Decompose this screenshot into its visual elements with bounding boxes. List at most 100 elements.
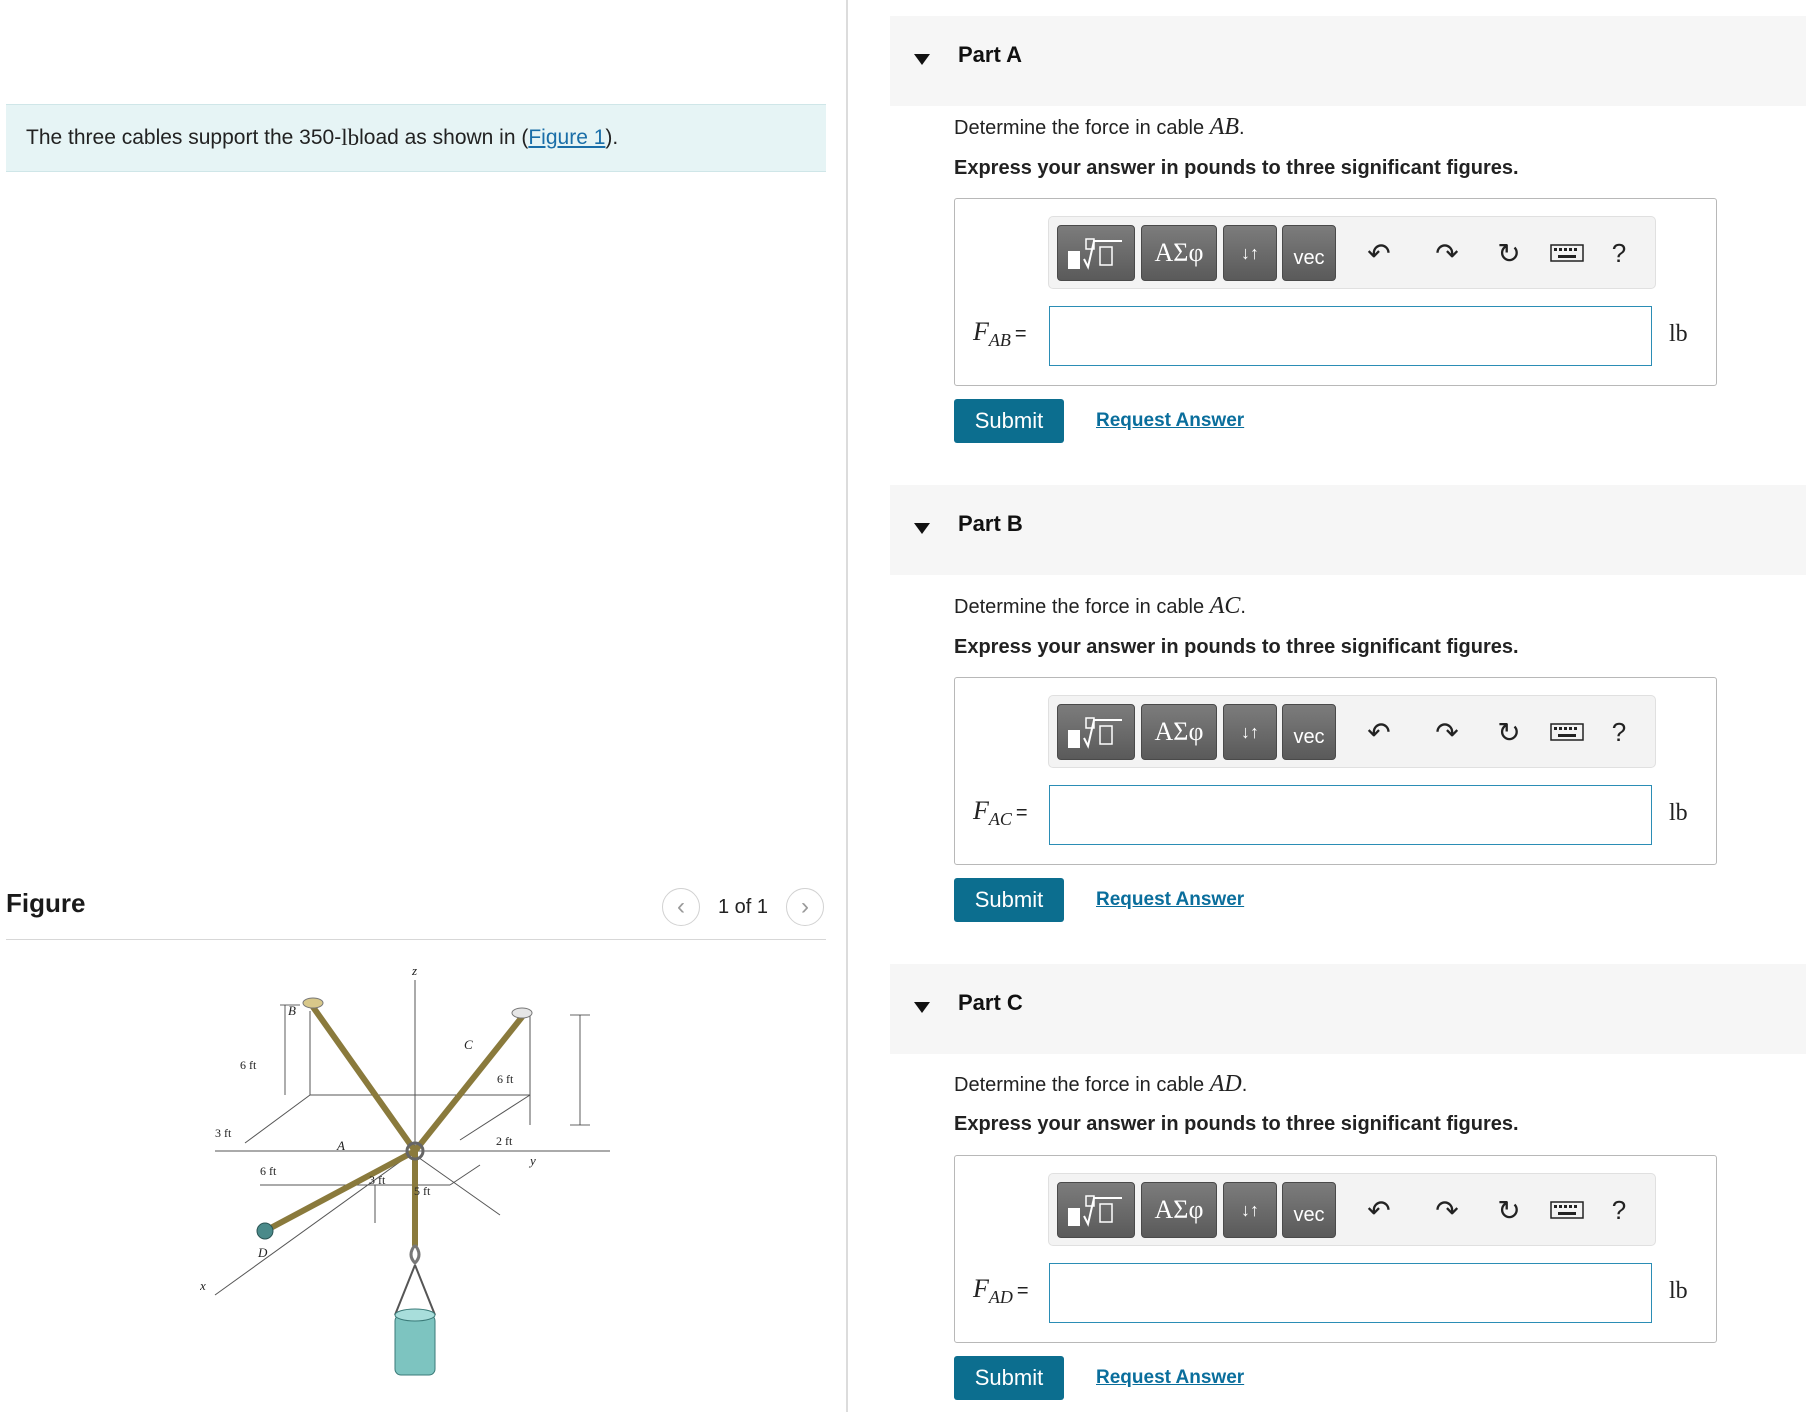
vector-button[interactable]: vec — [1282, 1182, 1336, 1238]
part-a-request-answer-link[interactable]: Request Answer — [1096, 410, 1244, 432]
templates-icon — [1068, 717, 1122, 749]
part-c-variable: FAD = — [973, 1274, 1029, 1308]
question-text: Determine the force in cable — [954, 596, 1210, 618]
part-a-answer-input[interactable] — [1049, 306, 1652, 366]
part-a-question: Determine the force in cable AB. — [954, 114, 1245, 141]
dim-3ft-mid: 3 ft — [369, 1173, 386, 1187]
greek-symbols-button[interactable]: ΑΣφ — [1141, 225, 1217, 281]
part-b-variable: FAC = — [973, 796, 1028, 830]
grid-line-2 — [244, 1094, 311, 1144]
sling-left — [394, 1264, 416, 1316]
dim-2ft: 2 ft — [496, 1134, 513, 1148]
label-z: z — [411, 963, 417, 978]
dim-6ft-bottom: 6 ft — [260, 1164, 277, 1178]
part-b-answer-box: ΑΣφ ↓↑ vec ↶ ↷ ↻ ? FAC = lb — [954, 677, 1717, 865]
question-text: Determine the force in cable — [954, 1074, 1210, 1096]
var-main: F — [973, 317, 989, 346]
label-y: y — [528, 1153, 536, 1168]
chevron-right-icon: › — [801, 893, 809, 920]
dim-6ft-left: 6 ft — [240, 1058, 257, 1072]
part-c-unit: lb — [1669, 1278, 1688, 1304]
keyboard-icon[interactable] — [1547, 233, 1587, 273]
help-icon[interactable]: ? — [1599, 712, 1639, 752]
undo-icon[interactable]: ↶ — [1359, 233, 1399, 273]
templates-button[interactable] — [1057, 1182, 1135, 1238]
figure-pager: 1 of 1 — [718, 896, 769, 918]
label-C: C — [464, 1037, 473, 1052]
load-top — [394, 1308, 436, 1322]
greek-symbols-button[interactable]: ΑΣφ — [1141, 704, 1217, 760]
sling-right — [414, 1264, 436, 1316]
prev-figure-button[interactable]: ‹ — [662, 888, 700, 926]
figure-labels: z x y B C A D — [200, 963, 536, 1293]
part-c-request-answer-link[interactable]: Request Answer — [1096, 1367, 1244, 1389]
reset-icon[interactable]: ↻ — [1489, 233, 1529, 273]
question-suffix: . — [1241, 1074, 1248, 1096]
chevron-left-icon: ‹ — [677, 893, 685, 920]
mount-B — [302, 997, 324, 1009]
cable-figure: z x y B C A D 6 ft 6 ft 3 ft 2 ft 6 ft 3… — [200, 963, 610, 1376]
var-eq: = — [1015, 802, 1028, 824]
var-eq: = — [1014, 323, 1027, 345]
math-toolbar: ΑΣφ ↓↑ vec ↶ ↷ ↻ ? — [1048, 1173, 1656, 1246]
next-figure-button[interactable]: › — [786, 888, 824, 926]
redo-icon[interactable]: ↷ — [1427, 233, 1467, 273]
keyboard-icon[interactable] — [1547, 712, 1587, 752]
collapse-triangle-icon[interactable] — [914, 1002, 930, 1013]
var-eq: = — [1016, 1280, 1029, 1302]
load-weight — [394, 1314, 436, 1376]
var-sub: AB — [988, 330, 1011, 351]
part-c-header[interactable]: Part C — [890, 964, 1806, 1054]
templates-button[interactable] — [1057, 225, 1135, 281]
anchor-D — [256, 1222, 274, 1240]
part-c-answer-input[interactable] — [1049, 1263, 1652, 1323]
undo-icon[interactable]: ↶ — [1359, 1190, 1399, 1230]
dim-5ft: 5 ft — [414, 1184, 431, 1198]
label-x: x — [200, 1278, 206, 1293]
figure-link[interactable]: Figure 1 — [528, 126, 605, 150]
part-c-instruction: Express your answer in pounds to three s… — [954, 1113, 1519, 1135]
math-toolbar: ΑΣφ ↓↑ vec ↶ ↷ ↻ ? — [1048, 216, 1656, 289]
part-b-instruction: Express your answer in pounds to three s… — [954, 636, 1519, 658]
undo-icon[interactable]: ↶ — [1359, 712, 1399, 752]
cable-name: AC — [1209, 593, 1241, 619]
templates-button[interactable] — [1057, 704, 1135, 760]
part-c-submit-button[interactable]: Submit — [954, 1356, 1064, 1400]
part-b-request-answer-link[interactable]: Request Answer — [1096, 889, 1244, 911]
collapse-triangle-icon[interactable] — [914, 54, 930, 65]
subscript-superscript-button[interactable]: ↓↑ — [1223, 1182, 1277, 1238]
part-c-title: Part C — [958, 990, 1023, 1015]
redo-icon[interactable]: ↷ — [1427, 1190, 1467, 1230]
part-b-submit-button[interactable]: Submit — [954, 878, 1064, 922]
reset-icon[interactable]: ↻ — [1489, 1190, 1529, 1230]
help-icon[interactable]: ? — [1599, 1190, 1639, 1230]
grid-line-3 — [459, 1094, 531, 1141]
help-icon[interactable]: ? — [1599, 233, 1639, 273]
math-toolbar: ΑΣφ ↓↑ vec ↶ ↷ ↻ ? — [1048, 695, 1656, 768]
label-A: A — [336, 1138, 345, 1153]
vector-button[interactable]: vec — [1282, 704, 1336, 760]
part-a-variable: FAB = — [973, 317, 1027, 351]
vector-button[interactable]: vec — [1282, 225, 1336, 281]
part-b-unit: lb — [1669, 800, 1688, 826]
part-b-answer-input[interactable] — [1049, 785, 1652, 845]
cable-AD — [262, 1148, 418, 1234]
grid-line-5 — [449, 1164, 481, 1186]
figure-title: Figure — [6, 888, 86, 918]
column-divider — [846, 0, 848, 1412]
redo-icon[interactable]: ↷ — [1427, 712, 1467, 752]
reset-icon[interactable]: ↻ — [1489, 712, 1529, 752]
subscript-superscript-button[interactable]: ↓↑ — [1223, 225, 1277, 281]
greek-symbols-button[interactable]: ΑΣφ — [1141, 1182, 1217, 1238]
part-a-header[interactable]: Part A — [890, 16, 1806, 106]
keyboard-icon[interactable] — [1547, 1190, 1587, 1230]
question-text: Determine the force in cable — [954, 117, 1210, 139]
part-b-header[interactable]: Part B — [890, 485, 1806, 575]
var-sub: AC — [988, 809, 1012, 830]
subscript-superscript-button[interactable]: ↓↑ — [1223, 704, 1277, 760]
var-main: F — [973, 1274, 989, 1303]
intro-tail: load as shown in ( — [359, 126, 529, 149]
part-a-submit-button[interactable]: Submit — [954, 399, 1064, 443]
collapse-triangle-icon[interactable] — [914, 523, 930, 534]
mount-C — [511, 1007, 533, 1019]
